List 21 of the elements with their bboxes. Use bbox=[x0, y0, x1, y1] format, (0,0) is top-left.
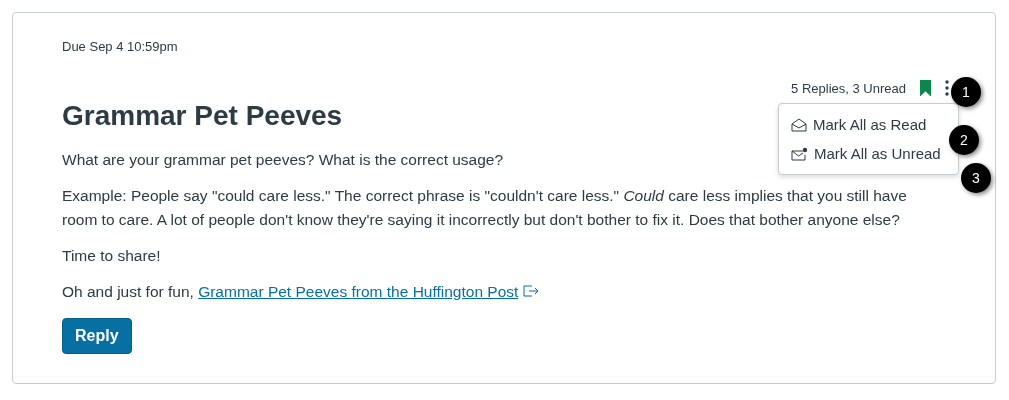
reply-button[interactable]: Reply bbox=[62, 318, 132, 354]
body-paragraph: Example: People say "could care less." The correct phrase is "couldn't care less." Could care less implies that you still have room to care. A lot of people don't know they're saying it incorrectly but don't bother to fix it. Does that bother anyone else? bbox=[62, 186, 908, 230]
callout-badge: 3 bbox=[961, 163, 991, 193]
menu-item-label: Mark All as Read bbox=[813, 116, 927, 133]
body-paragraph: What are your grammar pet peeves? What is the correct usage? bbox=[62, 150, 504, 170]
menu-item[interactable]: Mark All as Unread bbox=[779, 139, 949, 168]
envelope-dot-icon bbox=[791, 146, 808, 161]
callout-badge: 2 bbox=[949, 125, 979, 155]
menu-item[interactable]: Mark All as Read bbox=[779, 110, 935, 139]
article-link[interactable]: Grammar Pet Peeves from the Huffington Post bbox=[198, 283, 519, 300]
due-date: Due Sep 4 10:59pm bbox=[62, 39, 179, 54]
reply-count: 5 Replies, 3 Unread bbox=[791, 80, 906, 96]
discussion-title: Grammar Pet Peeves bbox=[62, 100, 343, 132]
bookmark-icon[interactable] bbox=[920, 80, 931, 96]
callout-badge: 1 bbox=[951, 77, 981, 107]
open-envelope-icon bbox=[791, 117, 807, 132]
link-sentence: Oh and just for fun, Grammar Pet Peeves from the Huffington Post bbox=[62, 280, 539, 304]
menu-item-label: Mark All as Unread bbox=[814, 145, 941, 162]
body-paragraph: Time to share! bbox=[62, 246, 161, 266]
options-button[interactable] bbox=[945, 80, 949, 96]
external-link-icon bbox=[522, 285, 539, 297]
